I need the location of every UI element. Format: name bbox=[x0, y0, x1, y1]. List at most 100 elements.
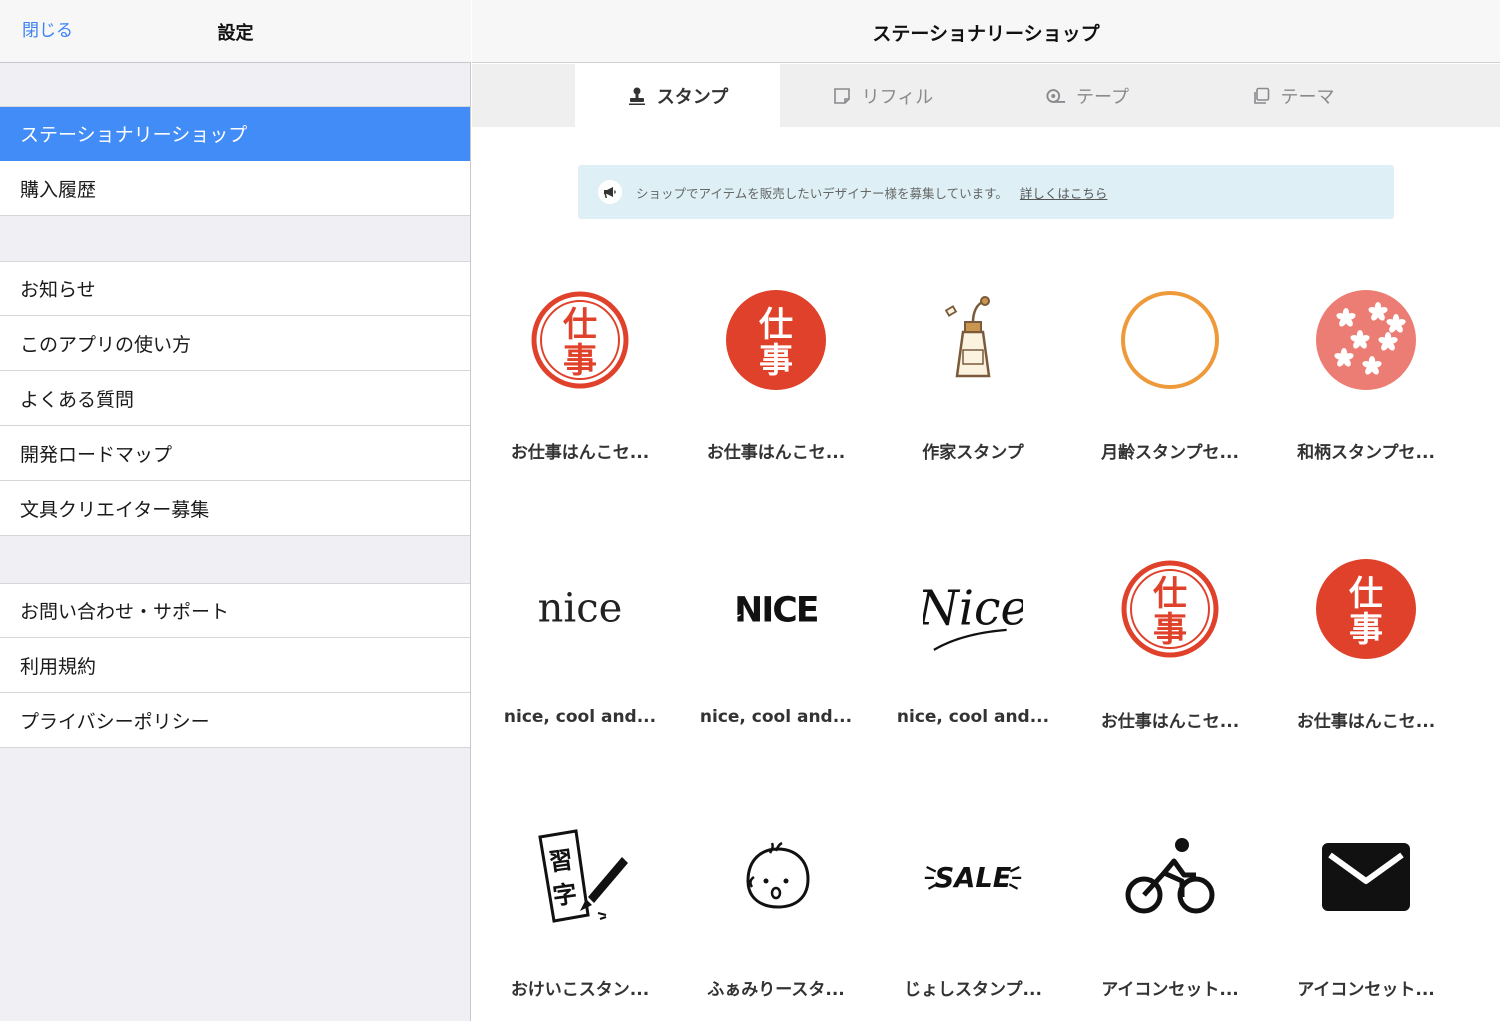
tab-1[interactable]: スタンプ bbox=[575, 64, 780, 127]
svg-text:字: 字 bbox=[551, 880, 579, 911]
sidebar-item[interactable]: プライバシーポリシー bbox=[0, 693, 470, 748]
shigoto-filled-thumbnail: 仕事 bbox=[726, 290, 826, 390]
stamp-item-label: アイコンセット... bbox=[1101, 980, 1239, 1000]
nice-serif-thumbnail: nice bbox=[530, 559, 630, 659]
stamp-item-label: ふぁみりースタ... bbox=[707, 980, 845, 1000]
stamp-item-label: 和柄スタンプセ... bbox=[1297, 443, 1435, 463]
stamp-item-label: おけいこスタン... bbox=[510, 980, 650, 1000]
stamp-item[interactable]: 和柄スタンプセ... bbox=[1268, 270, 1464, 510]
sidebar-item-label: プライバシーポリシー bbox=[20, 710, 210, 733]
stamp-item[interactable]: nice nice, cool and... bbox=[482, 539, 678, 779]
stamp-item-label: じょしスタンプ... bbox=[904, 980, 1042, 1000]
stamp-item[interactable]: 仕事お仕事はんこセ... bbox=[1072, 539, 1268, 779]
stamp-item[interactable]: 仕事お仕事はんこセ... bbox=[482, 270, 678, 510]
sidebar-item-label: お問い合わせ・サポート bbox=[20, 601, 230, 623]
stamp-item[interactable]: Nice nice, cool and... bbox=[875, 539, 1071, 779]
app-window: 閉じる 設定 ステーショナリーショップ 購入履歴 お知らせ このアプリの使い方 よくある… bbox=[0, 0, 1500, 1021]
sidebar-item-label: ステーショナリーショップ bbox=[20, 124, 248, 146]
theme-icon bbox=[1251, 86, 1271, 106]
banner-link[interactable]: 詳しくはこちら bbox=[1020, 183, 1108, 202]
sidebar-item[interactable]: お問い合わせ・サポート bbox=[0, 583, 470, 638]
sidebar-item[interactable]: ステーショナリーショップ bbox=[0, 106, 470, 161]
stamp-item-label: 月齢スタンプセ... bbox=[1101, 443, 1239, 463]
note-icon bbox=[832, 86, 852, 106]
tape-icon bbox=[1046, 86, 1066, 106]
stamp-item-label: お仕事はんこセ... bbox=[706, 443, 846, 463]
sidebar-header: 閉じる 設定 bbox=[0, 0, 471, 63]
settings-group: お問い合わせ・サポート 利用規約プライバシーポリシー bbox=[0, 583, 470, 748]
stamp-item[interactable]: アイコンセット... bbox=[1072, 807, 1268, 1021]
stamp-item-label: お仕事はんこセ... bbox=[1100, 712, 1240, 732]
svg-text:仕: 仕 bbox=[1349, 574, 1383, 614]
svg-text:事: 事 bbox=[1349, 610, 1383, 650]
stamp-item[interactable]: ふぁみりースタ... bbox=[678, 807, 874, 1021]
sidebar-title-text: 設定 bbox=[217, 23, 254, 44]
tab-label: スタンプ bbox=[656, 86, 729, 108]
baby-face-thumbnail bbox=[726, 827, 826, 927]
sidebar-item[interactable]: このアプリの使い方 bbox=[0, 316, 470, 371]
shop-title: ステーショナリーショップ bbox=[872, 23, 1100, 45]
stamp-item[interactable]: 仕事お仕事はんこセ... bbox=[1268, 539, 1464, 779]
shigoto-outline-thumbnail: 仕事 bbox=[530, 290, 630, 390]
stamp-item-label: nice, cool and... bbox=[896, 707, 1050, 727]
nice-block-thumbnail: NICE bbox=[726, 559, 826, 659]
svg-text:仕: 仕 bbox=[563, 305, 597, 345]
svg-text:事: 事 bbox=[759, 341, 793, 381]
sidebar-item-label: よくある質問 bbox=[20, 388, 135, 411]
shigoto-filled-thumbnail: 仕事 bbox=[1316, 559, 1416, 659]
svg-text:仕: 仕 bbox=[1153, 574, 1187, 614]
sidebar-item[interactable]: 開発ロードマップ bbox=[0, 426, 470, 481]
sidebar-title: 設定 bbox=[0, 19, 471, 45]
sidebar-item-label: お知らせ bbox=[20, 279, 96, 301]
stamp-item-label: nice, cool and... bbox=[503, 707, 657, 727]
svg-text:仕: 仕 bbox=[759, 305, 793, 345]
stamp-item[interactable]: 習字おけいこスタン... bbox=[482, 807, 678, 1021]
stamp-item[interactable]: 仕事お仕事はんこセ... bbox=[678, 270, 874, 510]
stamp-item-label: アイコンセット... bbox=[1297, 980, 1435, 1000]
tab-label: リフィル bbox=[861, 86, 934, 108]
sidebar-item[interactable]: お知らせ bbox=[0, 261, 470, 316]
svg-text:事: 事 bbox=[563, 341, 597, 381]
nice-script-thumbnail: Nice bbox=[923, 559, 1023, 659]
stamp-icon bbox=[627, 86, 647, 106]
tab-4[interactable]: テーマ bbox=[1190, 64, 1395, 127]
tab-label: テーマ bbox=[1280, 86, 1335, 108]
sidebar-item-label: 購入履歴 bbox=[20, 178, 97, 201]
tab-2[interactable]: リフィル bbox=[780, 64, 985, 127]
tab-3[interactable]: テープ bbox=[985, 64, 1190, 127]
settings-group: ステーショナリーショップ 購入履歴 bbox=[0, 106, 470, 216]
svg-text:Nice: Nice bbox=[923, 581, 1023, 636]
stamp-item[interactable]: SALE じょしスタンプ... bbox=[875, 807, 1071, 1021]
recruit-banner[interactable]: ショップでアイテムを販売したいデザイナー様を募集しています。 詳しくはこちら bbox=[578, 165, 1394, 219]
sidebar-item[interactable]: 購入履歴 bbox=[0, 161, 470, 216]
glue-tube-thumbnail bbox=[923, 290, 1023, 390]
sakura-circle-thumbnail bbox=[1316, 290, 1416, 390]
stamp-item[interactable]: 作家スタンプ bbox=[875, 270, 1071, 510]
tab-label: テープ bbox=[1076, 86, 1129, 108]
stamp-item-label: お仕事はんこセ... bbox=[510, 443, 650, 463]
bicycle-icon-thumbnail bbox=[1120, 827, 1220, 927]
stamp-item-label: お仕事はんこセ... bbox=[1296, 712, 1436, 732]
svg-text:NICE: NICE bbox=[734, 591, 818, 631]
banner-text: ショップでアイテムを販売したいデザイナー様を募集しています。 bbox=[636, 185, 1008, 201]
sidebar-item-label: 開発ロードマップ bbox=[20, 443, 173, 466]
sidebar-item-label: 利用規約 bbox=[20, 655, 97, 678]
svg-text:nice: nice bbox=[538, 586, 623, 632]
stamp-item-label: nice, cool and... bbox=[699, 707, 853, 727]
shigoto-outline-thumbnail: 仕事 bbox=[1120, 559, 1220, 659]
sidebar-item[interactable]: 利用規約 bbox=[0, 638, 470, 693]
svg-text:SALE: SALE bbox=[935, 863, 1012, 894]
stamp-item[interactable]: NICE nice, cool and... bbox=[678, 539, 874, 779]
stamp-item[interactable]: 月齢スタンプセ... bbox=[1072, 270, 1268, 510]
svg-text:習: 習 bbox=[547, 846, 575, 877]
svg-text:事: 事 bbox=[1153, 610, 1187, 650]
sidebar-item[interactable]: よくある質問 bbox=[0, 371, 470, 426]
stamp-item-label: 作家スタンプ bbox=[922, 443, 1024, 463]
settings-sidebar: 閉じる 設定 ステーショナリーショップ 購入履歴お知らせこのアプリの使い方よくある… bbox=[0, 0, 471, 1021]
sidebar-item[interactable]: 文具クリエイター募集 bbox=[0, 481, 470, 536]
calligraphy-thumbnail: 習字 bbox=[530, 827, 630, 927]
settings-group: お知らせこのアプリの使い方よくある質問開発ロードマップ文具クリエイター募集 bbox=[0, 261, 470, 536]
mail-icon-thumbnail bbox=[1316, 827, 1416, 927]
stamp-item[interactable]: アイコンセット... bbox=[1268, 807, 1464, 1021]
megaphone-icon bbox=[598, 180, 622, 204]
